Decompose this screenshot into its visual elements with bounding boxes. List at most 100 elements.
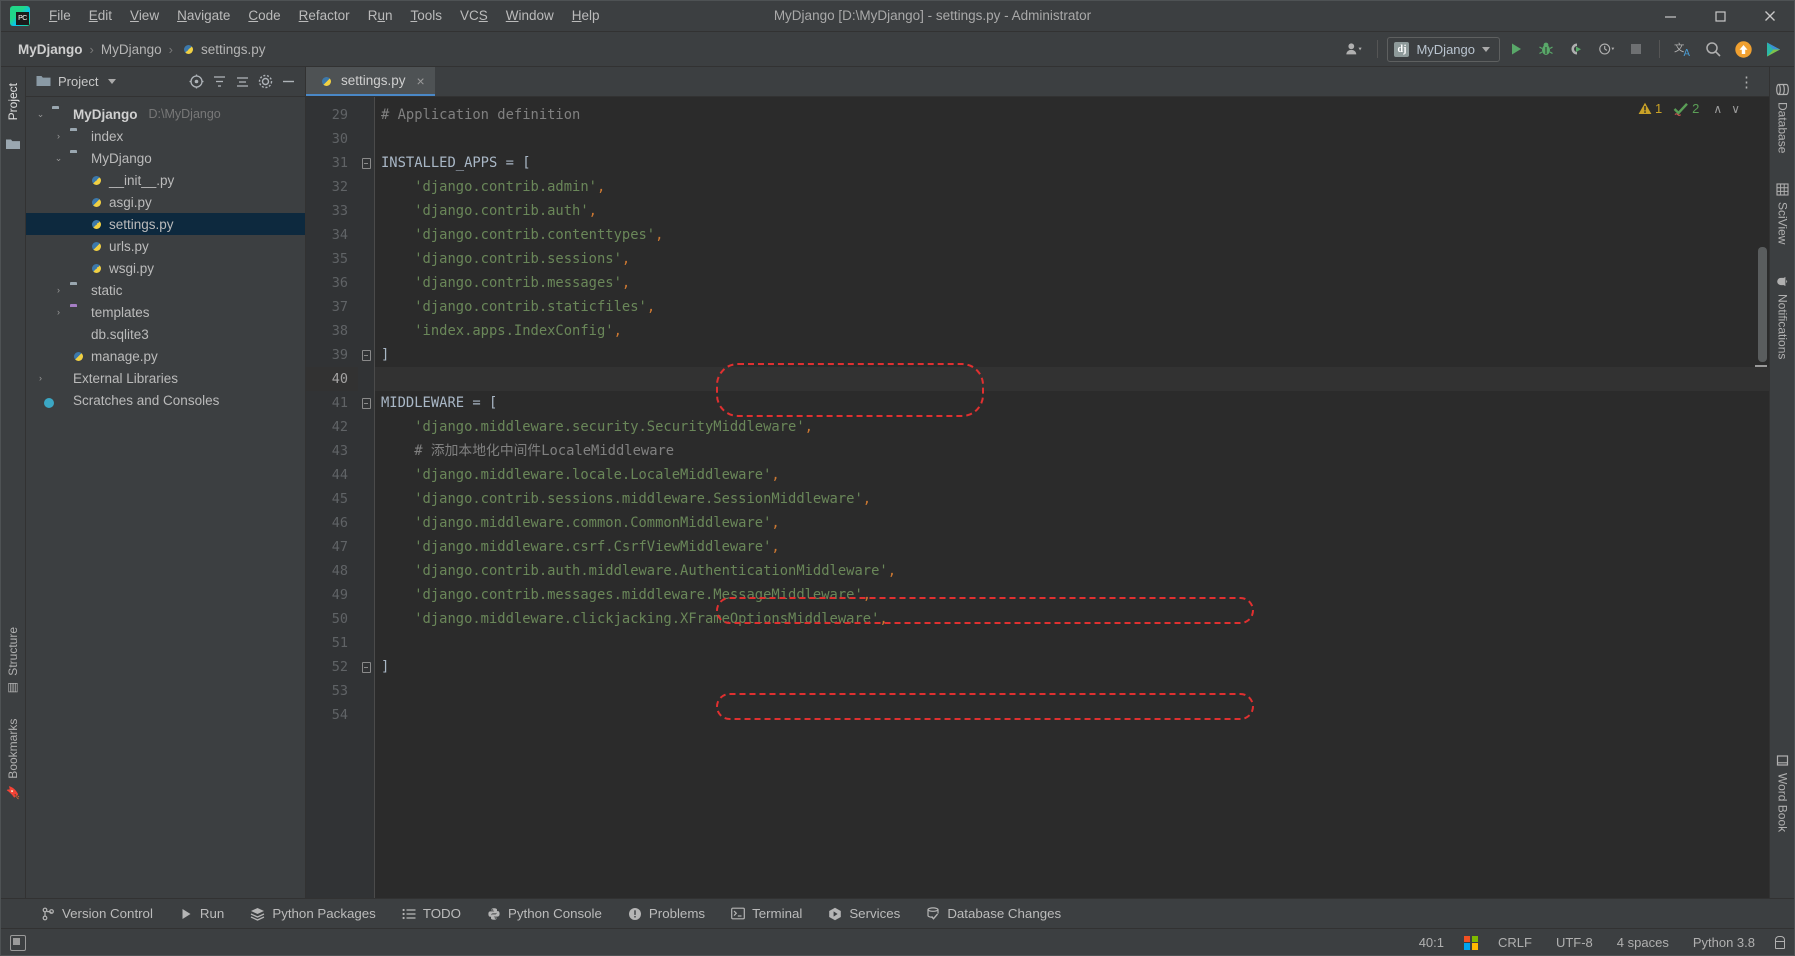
more-options-icon[interactable]: ⋮ <box>1733 73 1761 91</box>
vertical-scrollbar[interactable] <box>1758 247 1767 362</box>
toggle-tool-window-icon[interactable] <box>10 934 26 951</box>
code-line[interactable]: 'index.apps.IndexConfig', <box>375 319 1769 343</box>
menu-edit[interactable]: Edit <box>80 4 121 27</box>
line-number[interactable]: 45 <box>306 487 358 511</box>
menu-help[interactable]: Help <box>563 4 609 27</box>
run-icon[interactable] <box>1502 36 1530 62</box>
chevron-right-icon[interactable]: › <box>52 131 65 141</box>
collapse-region-icon[interactable] <box>361 397 371 409</box>
code-line[interactable] <box>375 127 1769 151</box>
line-separator[interactable]: CRLF <box>1494 933 1536 952</box>
fold-toggle-icon[interactable] <box>358 391 374 415</box>
caret-position[interactable]: 40:1 <box>1415 933 1448 952</box>
bottom-tab-python-packages[interactable]: Python Packages <box>237 903 389 924</box>
line-number[interactable]: 53 <box>306 679 358 703</box>
code-line[interactable]: 'django.contrib.sessions.middleware.Sess… <box>375 487 1769 511</box>
code-line[interactable]: 'django.contrib.auth.middleware.Authenti… <box>375 559 1769 583</box>
bottom-tab-services[interactable]: Services <box>815 903 913 924</box>
chevron-right-icon[interactable]: › <box>34 373 47 383</box>
sidebar-item-word-book[interactable]: Word Book <box>1776 746 1790 840</box>
menu-code[interactable]: Code <box>239 4 289 27</box>
line-number[interactable]: 50 <box>306 607 358 631</box>
chevron-down-icon[interactable]: ⌄ <box>34 109 47 120</box>
file-encoding[interactable]: UTF-8 <box>1552 933 1597 952</box>
ok-count-badge[interactable]: 2 <box>1673 101 1699 116</box>
menu-refactor[interactable]: Refactor <box>290 4 359 27</box>
bottom-tab-python-console[interactable]: Python Console <box>474 903 615 924</box>
translate-icon[interactable]: 文 A <box>1669 36 1697 62</box>
profile-icon[interactable] <box>1592 36 1620 62</box>
bottom-tab-todo[interactable]: TODO <box>389 903 474 924</box>
close-button[interactable] <box>1745 0 1795 32</box>
collapse-region-end-icon[interactable] <box>361 349 371 361</box>
chevron-down-icon[interactable] <box>108 79 117 84</box>
tree-item-scratches-and-consoles[interactable]: Scratches and Consoles <box>26 389 305 411</box>
code-line[interactable]: 'django.contrib.messages', <box>375 271 1769 295</box>
code-line[interactable]: 'django.contrib.contenttypes', <box>375 223 1769 247</box>
code-line[interactable] <box>375 631 1769 655</box>
line-number[interactable]: 41 <box>306 391 358 415</box>
code-line[interactable]: 'django.contrib.messages.middleware.Mess… <box>375 583 1769 607</box>
ide-feature-icon[interactable] <box>1759 36 1787 62</box>
menu-run[interactable]: Run <box>359 4 402 27</box>
warning-count-badge[interactable]: 1 <box>1638 101 1662 116</box>
project-tree[interactable]: ⌄ MyDjango D:\MyDjango › index ⌄ MyDjango __ini… <box>26 97 305 898</box>
line-number[interactable]: 47 <box>306 535 358 559</box>
code-line[interactable]: 'django.middleware.clickjacking.XFrameOp… <box>375 607 1769 631</box>
code-line[interactable]: 'django.contrib.staticfiles', <box>375 295 1769 319</box>
chevron-right-icon[interactable]: › <box>52 307 65 317</box>
code-line[interactable]: ] <box>375 655 1769 679</box>
bottom-tab-terminal[interactable]: Terminal <box>718 903 815 924</box>
line-number[interactable]: 36 <box>306 271 358 295</box>
line-number[interactable]: 51 <box>306 631 358 655</box>
code-line[interactable]: 'django.middleware.common.CommonMiddlewa… <box>375 511 1769 535</box>
breadcrumb-file[interactable]: settings.py <box>176 39 270 59</box>
tree-item-mydjango[interactable]: ⌄ MyDjango <box>26 147 305 169</box>
sidebar-item-bookmarks[interactable]: 🔖 Bookmarks <box>6 711 20 808</box>
line-number[interactable]: 35 <box>306 247 358 271</box>
sidebar-item-sciview[interactable]: SciView <box>1776 175 1790 252</box>
run-with-coverage-icon[interactable] <box>1562 36 1590 62</box>
menu-file[interactable]: File <box>40 4 80 27</box>
line-number[interactable]: 30 <box>306 127 358 151</box>
tree-item-asgi-py[interactable]: asgi.py <box>26 191 305 213</box>
line-number[interactable]: 33 <box>306 199 358 223</box>
bottom-tab-version-control[interactable]: Version Control <box>28 903 166 924</box>
code-line[interactable]: 'django.contrib.sessions', <box>375 247 1769 271</box>
code-line[interactable]: # Application definition <box>375 103 1769 127</box>
code-content[interactable]: # Application definition INSTALLED_APPS … <box>375 97 1769 898</box>
code-line[interactable]: MIDDLEWARE = [ <box>375 391 1769 415</box>
select-opened-file-icon[interactable] <box>185 71 207 93</box>
line-number[interactable]: 38 <box>306 319 358 343</box>
tree-item-index[interactable]: › index <box>26 125 305 147</box>
tree-item-mydjango[interactable]: ⌄ MyDjango D:\MyDjango <box>26 103 305 125</box>
stop-icon[interactable] <box>1622 36 1650 62</box>
line-number[interactable]: 46 <box>306 511 358 535</box>
sidebar-item-project[interactable]: Project <box>6 75 20 128</box>
tree-item-init-py[interactable]: __init__.py <box>26 169 305 191</box>
line-number[interactable]: 34 <box>306 223 358 247</box>
maximize-button[interactable] <box>1695 0 1745 32</box>
hide-panel-icon[interactable] <box>277 71 299 93</box>
line-number[interactable]: 52 <box>306 655 358 679</box>
line-number[interactable]: 54 <box>306 703 358 727</box>
code-line[interactable]: # 添加本地化中间件LocaleMiddleware <box>375 439 1769 463</box>
fold-toggle-icon[interactable] <box>358 655 374 679</box>
chevron-down-icon[interactable]: ⌄ <box>52 153 65 164</box>
search-icon[interactable] <box>1699 36 1727 62</box>
line-number[interactable]: 42 <box>306 415 358 439</box>
code-line[interactable]: 'django.middleware.csrf.CsrfViewMiddlewa… <box>375 535 1769 559</box>
bottom-tab-database-changes[interactable]: Database Changes <box>913 903 1074 924</box>
code-line[interactable] <box>375 367 1769 391</box>
breadcrumb-package[interactable]: MyDjango <box>97 40 166 59</box>
sidebar-item-structure[interactable]: ▥ Structure <box>6 619 20 704</box>
close-tab-icon[interactable]: × <box>417 73 425 89</box>
run-configuration-selector[interactable]: dj MyDjango <box>1387 36 1500 62</box>
collapse-region-end-icon[interactable] <box>361 661 371 673</box>
code-line[interactable] <box>375 703 1769 727</box>
code-line[interactable] <box>375 679 1769 703</box>
line-number[interactable]: 49 <box>306 583 358 607</box>
line-number[interactable]: 44 <box>306 463 358 487</box>
bottom-tab-run[interactable]: Run <box>166 903 237 924</box>
settings-gear-icon[interactable] <box>254 71 276 93</box>
